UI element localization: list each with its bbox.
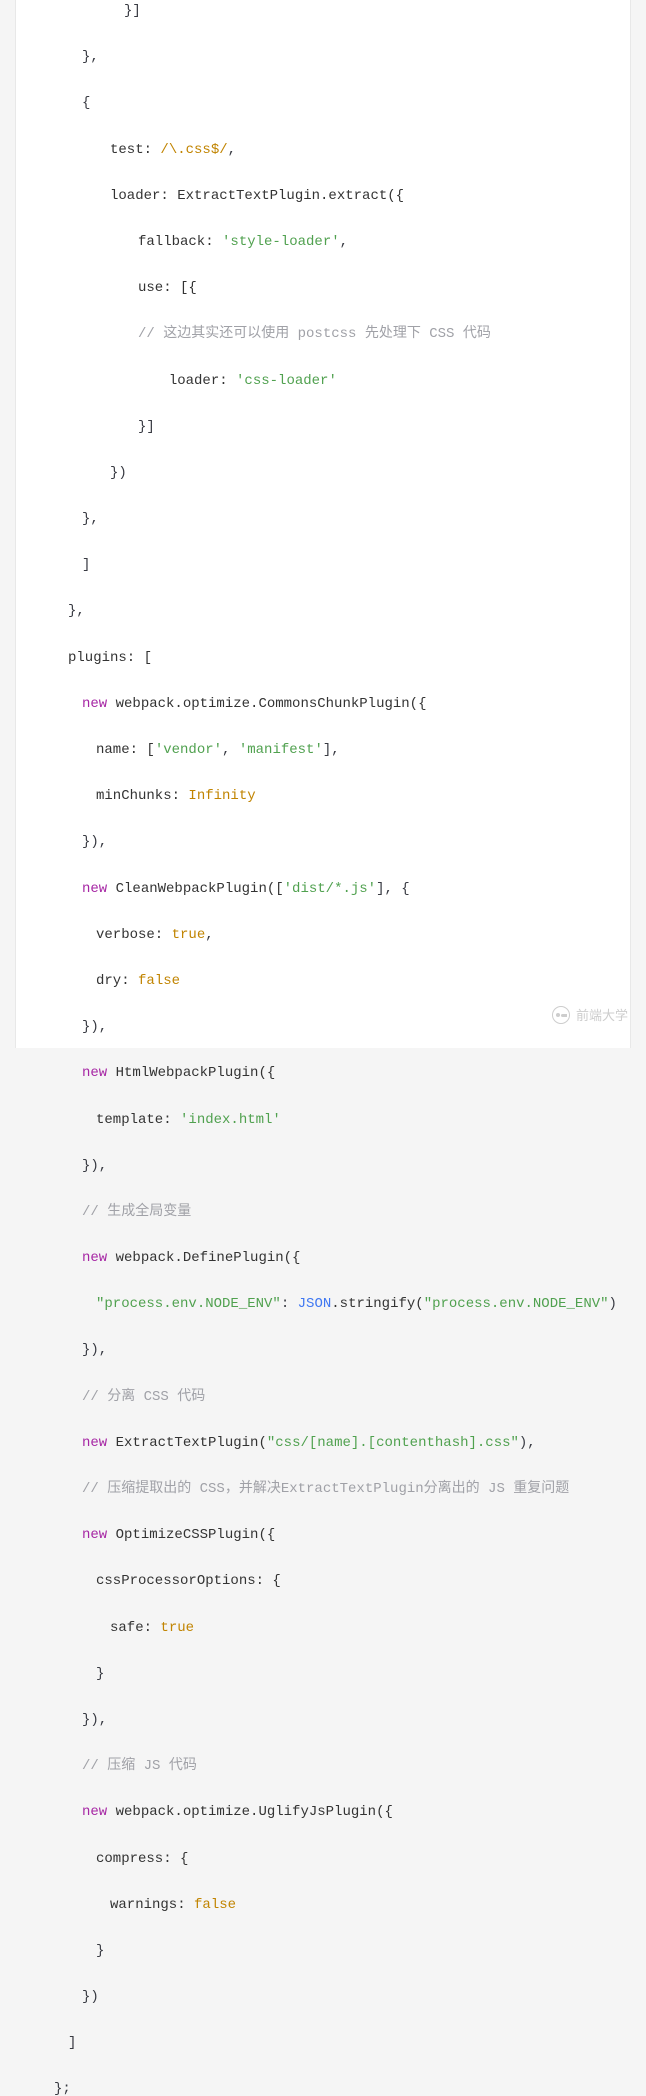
code-line: loader: ExtractTextPlugin.extract({ — [26, 185, 620, 208]
code-line: new OptimizeCSSPlugin({ — [26, 1524, 620, 1547]
code-comment: // 压缩 JS 代码 — [26, 1755, 620, 1778]
code-line: new webpack.optimize.UglifyJsPlugin({ — [26, 1801, 620, 1824]
code-comment: // 分离 CSS 代码 — [26, 1386, 620, 1409]
code-line: new CleanWebpackPlugin(['dist/*.js'], { — [26, 878, 620, 901]
code-line: }; — [26, 2078, 620, 2096]
code-line: plugins: [ — [26, 647, 620, 670]
code-comment: // 生成全局变量 — [26, 1201, 620, 1224]
watermark-text: 前端大学 — [576, 1005, 628, 1026]
code-line: dry: false — [26, 970, 620, 993]
code-line: }), — [26, 1339, 620, 1362]
code-line: loader: 'css-loader' — [26, 370, 620, 393]
code-line: safe: true — [26, 1617, 620, 1640]
code-line: verbose: true, — [26, 924, 620, 947]
code-line: }) — [26, 1986, 620, 2009]
wechat-icon — [552, 1006, 570, 1024]
code-line: }) — [26, 462, 620, 485]
code-line: cssProcessorOptions: { — [26, 1570, 620, 1593]
code-line: } — [26, 1940, 620, 1963]
code-line: new HtmlWebpackPlugin({ — [26, 1062, 620, 1085]
code-line: warnings: false — [26, 1894, 620, 1917]
code-comment: // 这边其实还可以使用 postcss 先处理下 CSS 代码 — [26, 323, 620, 346]
code-line: }), — [26, 831, 620, 854]
code-line: }, — [26, 508, 620, 531]
code-line: }, — [26, 46, 620, 69]
code-line: compress: { — [26, 1848, 620, 1871]
code-line: use: [{ — [26, 277, 620, 300]
code-line: }, — [26, 600, 620, 623]
code-line: name: ['vendor', 'manifest'], — [26, 739, 620, 762]
code-line: minChunks: Infinity — [26, 785, 620, 808]
code-line: new webpack.DefinePlugin({ — [26, 1247, 620, 1270]
code-line: }] — [26, 0, 620, 23]
watermark: 前端大学 — [552, 1005, 628, 1026]
code-line: "process.env.NODE_ENV": JSON.stringify("… — [26, 1293, 620, 1316]
code-line: fallback: 'style-loader', — [26, 231, 620, 254]
code-line: ] — [26, 2032, 620, 2055]
code-line: new ExtractTextPlugin("css/[name].[conte… — [26, 1432, 620, 1455]
code-line: }] — [26, 416, 620, 439]
code-line: }), — [26, 1155, 620, 1178]
code-line: test: /\.css$/, — [26, 139, 620, 162]
code-pre: }] }, { test: /\.css$/, loader: ExtractT… — [26, 0, 620, 2096]
code-line: ] — [26, 554, 620, 577]
code-line: } — [26, 1663, 620, 1686]
code-comment: // 压缩提取出的 CSS，并解决ExtractTextPlugin分离出的 J… — [26, 1478, 620, 1501]
code-line: { — [26, 92, 620, 115]
code-block: }] }, { test: /\.css$/, loader: ExtractT… — [15, 0, 631, 1048]
code-line: template: 'index.html' — [26, 1109, 620, 1132]
code-line: }), — [26, 1016, 620, 1039]
code-line: }), — [26, 1709, 620, 1732]
code-line: new webpack.optimize.CommonsChunkPlugin(… — [26, 693, 620, 716]
